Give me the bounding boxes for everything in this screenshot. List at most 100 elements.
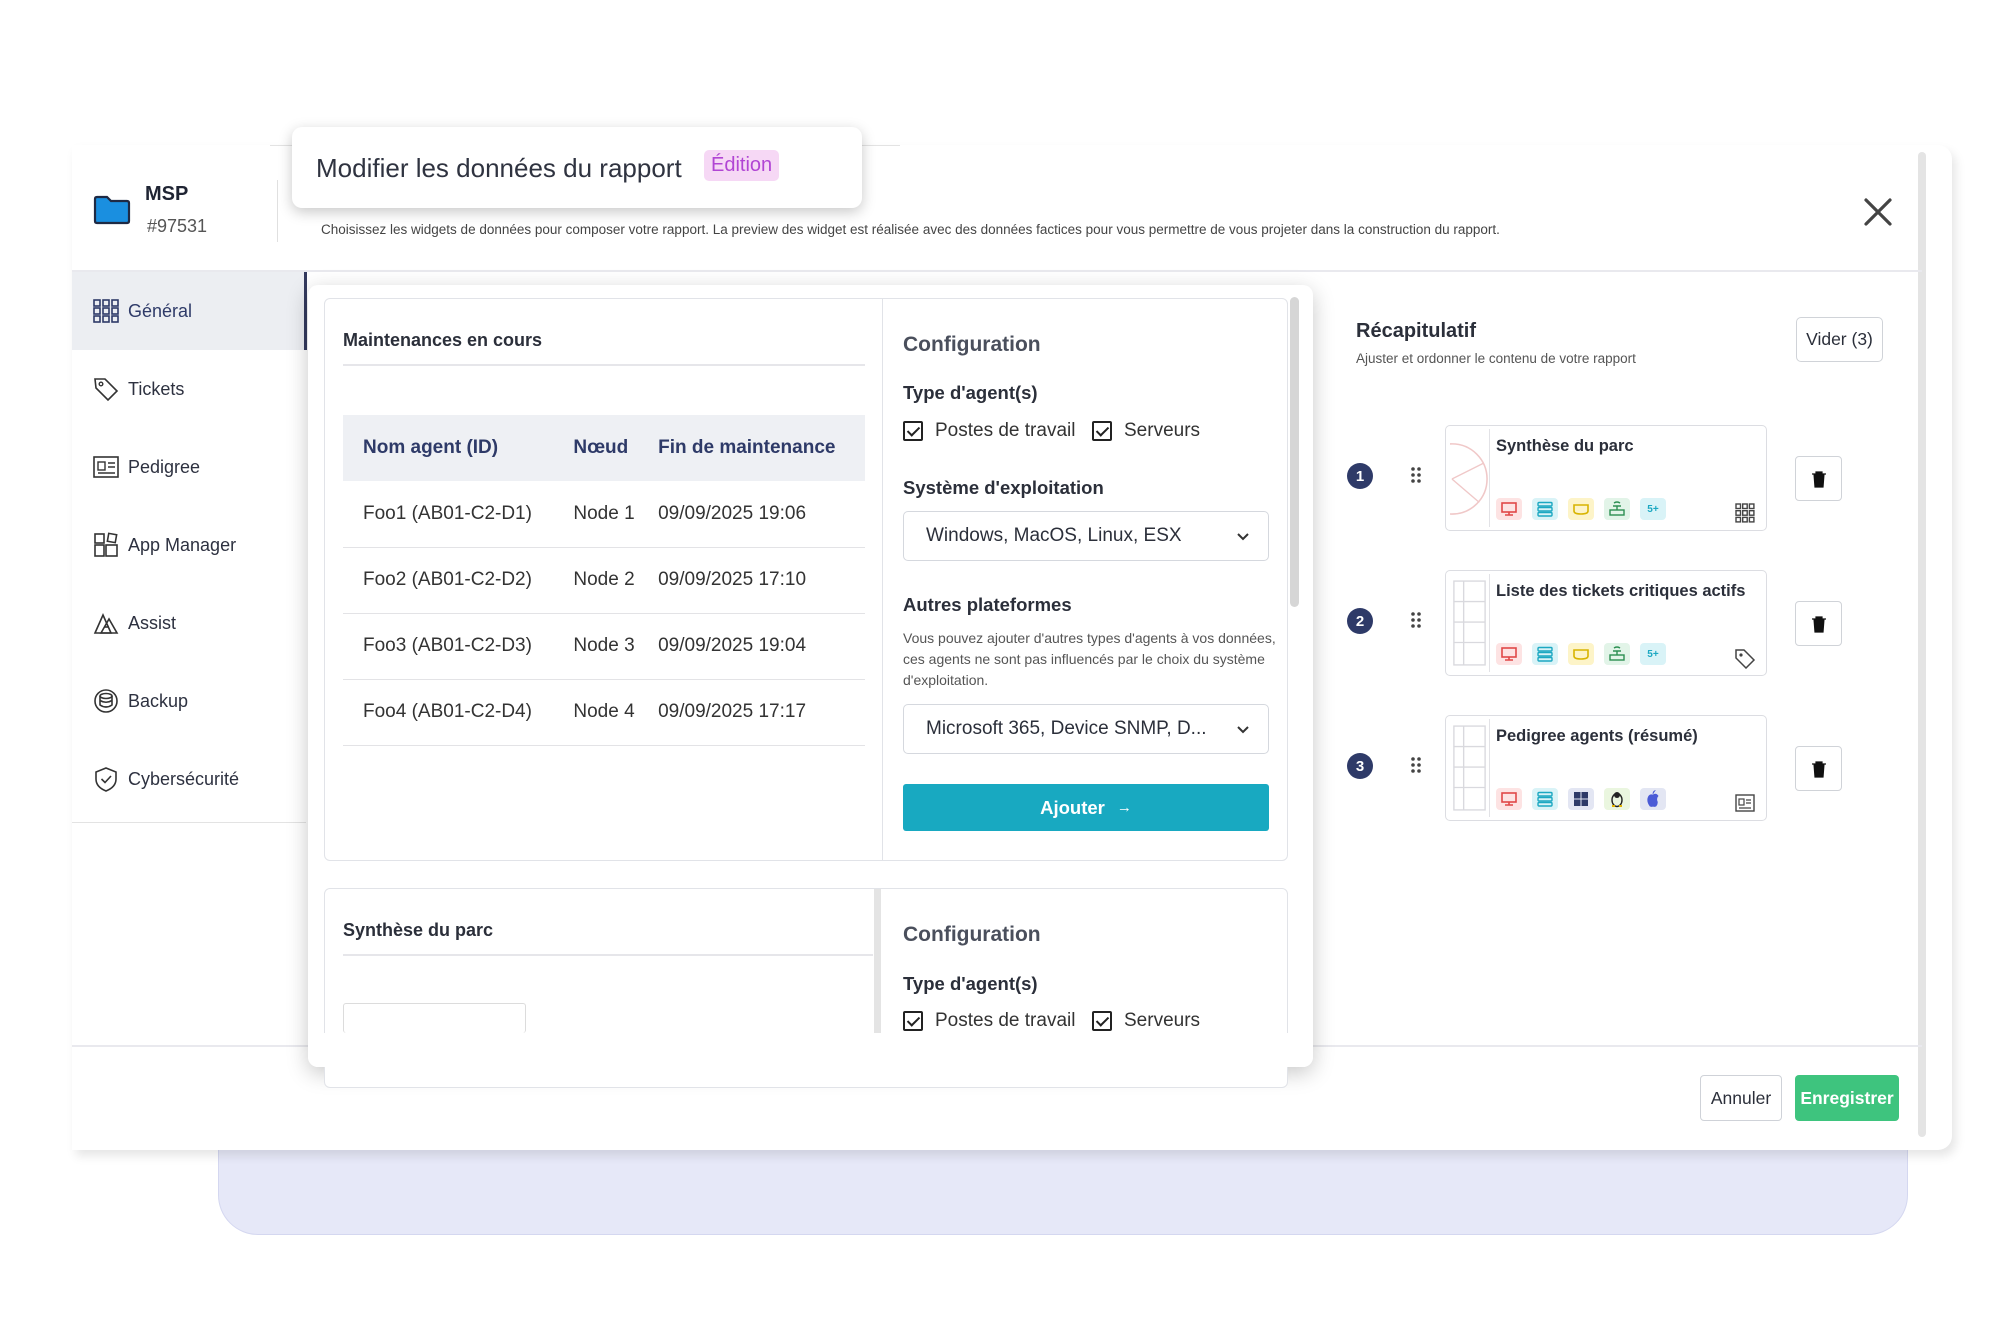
divider <box>72 822 306 823</box>
agent-type-label: Type d'agent(s) <box>903 382 1038 403</box>
drag-handle-icon[interactable] <box>1409 611 1423 629</box>
sidebar-active-indicator <box>304 272 307 350</box>
more-count-badge: 5+ <box>1640 643 1666 665</box>
table-cell: 09/09/2025 19:04 <box>646 613 865 680</box>
divider <box>277 180 278 242</box>
trash-icon <box>1811 470 1826 488</box>
checkbox-label: Postes de travail <box>935 1010 1076 1031</box>
preview-box <box>343 1003 526 1033</box>
tag-icon <box>1735 649 1756 669</box>
modal-scrollbar[interactable] <box>1290 297 1299 607</box>
recap-title: Récapitulatif <box>1356 320 1477 342</box>
sidebar-item-label: Backup <box>128 690 189 711</box>
storage-icon <box>1568 643 1594 665</box>
recap-item-number: 3 <box>1347 753 1373 779</box>
server-icon <box>1532 643 1558 665</box>
os-label: Système d'exploitation <box>903 477 1104 498</box>
close-icon[interactable] <box>1858 192 1898 232</box>
column-header: Nom agent (ID) <box>343 415 562 481</box>
backup-icon <box>94 689 118 713</box>
other-platforms-select[interactable]: Microsoft 365, Device SNMP, D... <box>903 704 1269 754</box>
checkbox-checked-icon <box>903 421 923 441</box>
widget-title: Synthèse du parc <box>343 920 494 940</box>
tag-icon <box>94 378 119 402</box>
grid-icon <box>1735 503 1755 523</box>
cancel-button[interactable]: Annuler <box>1700 1075 1782 1121</box>
checkbox-servers[interactable]: Serveurs <box>1092 1010 1200 1032</box>
modal-bottom-edge <box>308 1033 1313 1067</box>
sidebar-item-pedigree[interactable]: Pedigree <box>92 450 200 484</box>
recap-widget-card[interactable]: Synthèse du parc 5+ <box>1445 425 1767 531</box>
table-row: Foo3 (AB01-C2-D3) Node 3 09/09/2025 19:0… <box>343 613 865 680</box>
column-header: Nœud <box>561 415 647 481</box>
title-popup: Modifier les données du rapport Édition <box>292 127 862 208</box>
checkbox-checked-icon <box>1092 421 1112 441</box>
header-divider <box>72 270 1922 272</box>
sidebar-item-backup[interactable]: Backup <box>92 684 188 718</box>
table-cell: 09/09/2025 17:10 <box>646 547 865 614</box>
recap-item-number: 2 <box>1347 608 1373 634</box>
drag-handle-icon[interactable] <box>1409 466 1423 484</box>
table-row: Foo2 (AB01-C2-D2) Node 2 09/09/2025 17:1… <box>343 547 865 614</box>
add-widget-button[interactable]: Ajouter → <box>903 784 1269 831</box>
sidebar-item-general[interactable]: Général <box>92 294 192 328</box>
checkbox-checked-icon <box>1092 1011 1112 1031</box>
divider <box>343 364 865 366</box>
windows-icon <box>1568 788 1594 810</box>
checkbox-label: Serveurs <box>1124 420 1201 441</box>
table-thumbnail-icon <box>1453 574 1490 672</box>
recap-item-number: 1 <box>1347 463 1373 489</box>
table-cell: 09/09/2025 19:06 <box>646 481 865 548</box>
assist-icon <box>93 613 119 634</box>
shield-icon <box>95 767 117 792</box>
save-button[interactable]: Enregistrer <box>1795 1075 1899 1121</box>
sidebar-item-label: Assist <box>128 612 177 633</box>
more-count-badge: 5+ <box>1640 498 1666 520</box>
sidebar-item-app-manager[interactable]: App Manager <box>92 528 236 562</box>
widget-scrollbar[interactable] <box>874 889 881 1049</box>
delete-widget-button[interactable] <box>1795 746 1842 791</box>
drag-handle-icon[interactable] <box>1409 756 1423 774</box>
clear-button[interactable]: Vider (3) <box>1796 317 1883 362</box>
table-cell: Node 1 <box>561 481 647 548</box>
recap-subtitle: Ajuster et ordonner le contenu de votre … <box>1356 351 1636 366</box>
workstation-icon <box>1496 498 1522 520</box>
recap-widget-card[interactable]: Liste des tickets critiques actifs 5+ <box>1445 570 1767 676</box>
table-row: Foo1 (AB01-C2-D1) Node 1 09/09/2025 19:0… <box>343 481 865 548</box>
delete-widget-button[interactable] <box>1795 601 1842 646</box>
checkbox-workstations[interactable]: Postes de travail <box>903 420 1075 442</box>
checkbox-workstations[interactable]: Postes de travail <box>903 1010 1075 1032</box>
config-heading: Configuration <box>903 923 1041 946</box>
table-thumbnail-icon <box>1453 719 1490 817</box>
chevron-down-icon <box>1237 533 1249 541</box>
delete-widget-button[interactable] <box>1795 456 1842 501</box>
column-header: Fin de maintenance <box>646 415 865 481</box>
table-cell: Foo2 (AB01-C2-D2) <box>343 547 562 614</box>
add-button-label: Ajouter <box>1040 796 1105 818</box>
other-platforms-note: Vous pouvez ajouter d'autres types d'age… <box>903 630 1276 688</box>
recap-widget-card[interactable]: Pedigree agents (résumé) <box>1445 715 1767 821</box>
apple-icon <box>1640 788 1666 810</box>
sidebar-item-label: Tickets <box>128 378 185 399</box>
network-device-icon <box>1604 643 1630 665</box>
id-card-icon <box>1735 794 1755 812</box>
other-platforms-label: Autres plateformes <box>903 594 1072 615</box>
table-cell: Node 3 <box>561 613 647 680</box>
folder-icon <box>93 195 131 225</box>
pie-thumbnail-icon <box>1450 429 1490 527</box>
network-device-icon <box>1604 498 1630 520</box>
window-scrollbar[interactable] <box>1918 152 1926 1137</box>
sidebar-item-cybersecurite[interactable]: Cybersécurité <box>92 762 239 796</box>
sidebar-item-tickets[interactable]: Tickets <box>92 372 184 406</box>
config-heading: Configuration <box>903 333 1041 356</box>
project-id: #97531 <box>147 216 208 236</box>
table-cell: Foo3 (AB01-C2-D3) <box>343 613 562 680</box>
os-select[interactable]: Windows, MacOS, Linux, ESX <box>903 511 1269 561</box>
table-cell: Node 2 <box>561 547 647 614</box>
page-subtitle: Choisissez les widgets de données pour c… <box>321 222 1500 237</box>
sidebar-item-assist[interactable]: Assist <box>92 606 176 640</box>
edition-badge: Édition <box>704 150 780 181</box>
recap-widget-title: Pedigree agents (résumé) <box>1496 727 1698 745</box>
agent-type-label: Type d'agent(s) <box>903 973 1038 994</box>
checkbox-servers[interactable]: Serveurs <box>1092 420 1200 442</box>
